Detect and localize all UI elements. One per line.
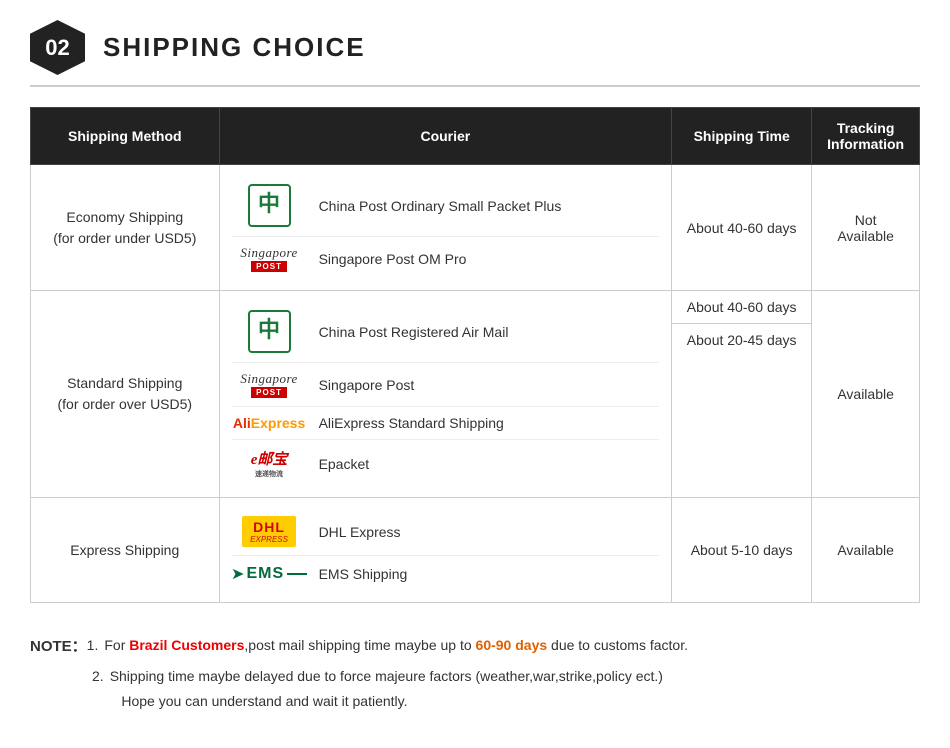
courier-dhl: DHL EXPRESS DHL Express [232, 508, 660, 556]
courier-name-dhl: DHL Express [319, 524, 401, 540]
shipping-table: Shipping Method Courier Shipping Time Tr… [30, 107, 920, 603]
courier-express: DHL EXPRESS DHL Express ➤ EMS EMS [219, 498, 672, 603]
aliexpress-logo: AliExpress [232, 415, 307, 431]
tracking-express: Available [812, 498, 920, 603]
col-header-tracking: Tracking Information [812, 108, 920, 165]
svg-text:中: 中 [258, 317, 280, 342]
courier-name-ems: EMS Shipping [319, 566, 408, 582]
note-line-1: NOTE： 1. For Brazil Customers,post mail … [30, 633, 920, 660]
time-express: About 5-10 days [672, 498, 812, 603]
tracking-economy: NotAvailable [812, 165, 920, 291]
chinapost-logo: 中 [232, 183, 307, 228]
note-2-number: 2. [92, 664, 104, 689]
method-express: Express Shipping [31, 498, 220, 603]
epacket-logo: e邮宝 速递物流 [232, 448, 307, 479]
singpost-logo-standard: Singapore POST [232, 371, 307, 398]
method-standard: Standard Shipping(for order over USD5) [31, 291, 220, 498]
courier-standard: 中 China Post Registered Air Mail Singapo… [219, 291, 672, 498]
courier-name-chinapost-economy: China Post Ordinary Small Packet Plus [319, 198, 562, 214]
col-header-time: Shipping Time [672, 108, 812, 165]
chinapost-svg: 中 [247, 183, 292, 228]
courier-economy: 中 China Post Ordinary Small Packet Plus … [219, 165, 672, 291]
time-economy: About 40-60 days [672, 165, 812, 291]
table-row-economy: Economy Shipping(for order under USD5) 中… [31, 165, 920, 291]
courier-name-singpost-standard: Singapore Post [319, 377, 415, 393]
note-days-highlight: 60-90 days [476, 637, 548, 653]
courier-name-aliexpress: AliExpress Standard Shipping [319, 415, 504, 431]
time-standard: About 40-60 days About 20-45 days [672, 291, 812, 498]
note-2-text: Shipping time maybe delayed due to force… [110, 664, 663, 714]
table-row-standard: Standard Shipping(for order over USD5) 中… [31, 291, 920, 498]
section-badge: 02 [30, 20, 85, 75]
courier-singpost-economy: Singapore POST Singapore Post OM Pro [232, 237, 660, 280]
svg-text:中: 中 [258, 191, 280, 216]
note-1-text: For Brazil Customers,post mail shipping … [104, 633, 688, 658]
chinapost-svg-standard: 中 [247, 309, 292, 354]
table-header-row: Shipping Method Courier Shipping Time Tr… [31, 108, 920, 165]
note-label: NOTE： [30, 633, 87, 660]
col-header-courier: Courier [219, 108, 672, 165]
note-line-2: 2. Shipping time maybe delayed due to fo… [92, 664, 920, 714]
courier-ems: ➤ EMS EMS Shipping [232, 556, 660, 592]
courier-name-epacket: Epacket [319, 456, 370, 472]
notes-section: NOTE： 1. For Brazil Customers,post mail … [30, 623, 920, 728]
courier-aliexpress: AliExpress AliExpress Standard Shipping [232, 407, 660, 440]
courier-chinapost-economy: 中 China Post Ordinary Small Packet Plus [232, 175, 660, 237]
table-row-express: Express Shipping DHL EXPRESS DHL Express… [31, 498, 920, 603]
singpost-logo-economy: Singapore POST [232, 245, 307, 272]
chinapost-logo-standard: 中 [232, 309, 307, 354]
courier-name-singpost-economy: Singapore Post OM Pro [319, 251, 467, 267]
note-brazil-highlight: Brazil Customers [129, 637, 244, 653]
courier-singpost-standard: Singapore POST Singapore Post [232, 363, 660, 407]
method-economy: Economy Shipping(for order under USD5) [31, 165, 220, 291]
dhl-logo: DHL EXPRESS [232, 516, 307, 547]
note-1-number: 1. [87, 633, 99, 658]
courier-name-chinapost-standard: China Post Registered Air Mail [319, 324, 509, 340]
tracking-standard: Available [812, 291, 920, 498]
page-title: SHIPPING CHOICE [103, 32, 366, 63]
col-header-method: Shipping Method [31, 108, 220, 165]
courier-epacket: e邮宝 速递物流 Epacket [232, 440, 660, 487]
page-header: 02 SHIPPING CHOICE [30, 20, 920, 87]
ems-logo: ➤ EMS [232, 564, 307, 584]
courier-chinapost-standard: 中 China Post Registered Air Mail [232, 301, 660, 363]
